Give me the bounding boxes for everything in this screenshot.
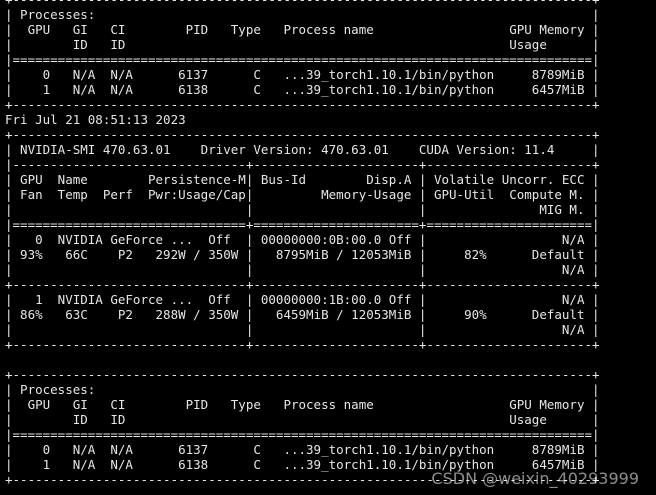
watermark: CSDN @weixin_40293999 bbox=[431, 469, 639, 488]
terminal-line: | 1 NVIDIA GeForce ... Off | 00000000:1B… bbox=[5, 292, 600, 307]
terminal-line: | | | N/A | bbox=[5, 262, 600, 277]
terminal-line: +---------------------------------------… bbox=[5, 0, 600, 7]
terminal-line: +-------------------------------+-------… bbox=[5, 337, 600, 352]
terminal-line: | ID ID Usage | bbox=[5, 412, 600, 427]
terminal-line: | 93% 66C P2 292W / 350W | 8795MiB / 120… bbox=[5, 247, 600, 262]
terminal-line: | GPU GI CI PID Type Process name GPU Me… bbox=[5, 22, 600, 37]
terminal-line: | 0 NVIDIA GeForce ... Off | 00000000:0B… bbox=[5, 232, 600, 247]
terminal-line: | ID ID Usage | bbox=[5, 37, 600, 52]
terminal-line: | GPU GI CI PID Type Process name GPU Me… bbox=[5, 397, 600, 412]
terminal-line: +---------------------------------------… bbox=[5, 97, 600, 112]
terminal-line: |-------------------------------+-------… bbox=[5, 157, 600, 172]
terminal-line: | Processes: | bbox=[5, 7, 600, 22]
terminal-window[interactable]: +---------------------------------------… bbox=[0, 0, 656, 495]
terminal-line: +---------------------------------------… bbox=[5, 367, 600, 382]
terminal-line: +-------------------------------+-------… bbox=[5, 277, 600, 292]
terminal-line: | Fan Temp Perf Pwr:Usage/Cap| Memory-Us… bbox=[5, 187, 600, 202]
terminal-line: | | | MIG M. | bbox=[5, 202, 600, 217]
terminal-line: |=======================================… bbox=[5, 427, 600, 442]
terminal-line: |===============================+=======… bbox=[5, 217, 600, 232]
terminal-line: | GPU Name Persistence-M| Bus-Id Disp.A … bbox=[5, 172, 600, 187]
terminal-line: | 86% 63C P2 288W / 350W | 6459MiB / 120… bbox=[5, 307, 600, 322]
terminal-line: | Processes: | bbox=[5, 382, 600, 397]
terminal-line: |=======================================… bbox=[5, 52, 600, 67]
terminal-output: +---------------------------------------… bbox=[5, 0, 600, 487]
terminal-line: | | | N/A | bbox=[5, 322, 600, 337]
terminal-line: | NVIDIA-SMI 470.63.01 Driver Version: 4… bbox=[5, 142, 600, 157]
terminal-line: | 1 N/A N/A 6138 C ...39_torch1.10.1/bin… bbox=[5, 82, 600, 97]
terminal-line: | 0 N/A N/A 6137 C ...39_torch1.10.1/bin… bbox=[5, 67, 600, 82]
terminal-line: Fri Jul 21 08:51:13 2023 bbox=[5, 112, 186, 127]
terminal-line: +---------------------------------------… bbox=[5, 127, 600, 142]
terminal-line: | 0 N/A N/A 6137 C ...39_torch1.10.1/bin… bbox=[5, 442, 600, 457]
